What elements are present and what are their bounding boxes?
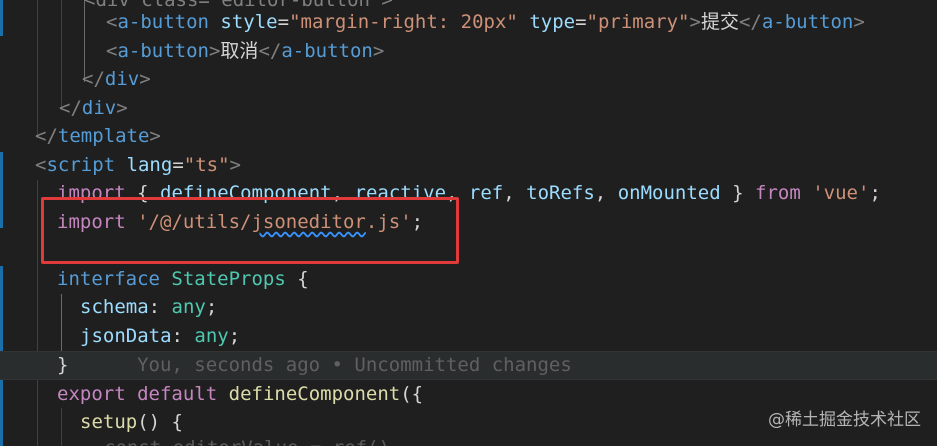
code-token: onMounted — [617, 182, 721, 204]
code-token: "margin-right: 20px" — [289, 11, 518, 33]
code-token: : — [148, 296, 161, 318]
code-editor[interactable]: <div class="editor-button"> <a-button st… — [0, 0, 937, 446]
code-token: , — [503, 182, 515, 204]
code-token: = — [172, 154, 184, 176]
code-token: </ — [258, 40, 282, 62]
code-token: 'vue' — [812, 182, 870, 204]
code-token: </ — [82, 68, 105, 90]
code-token: StateProps — [171, 268, 286, 290]
code-token: from — [755, 182, 801, 204]
code-token: const editorValue = ref() — [104, 437, 390, 446]
code-line[interactable]: schema: any; — [0, 293, 937, 322]
code-token: </ — [59, 97, 82, 119]
code-token: } — [57, 354, 69, 376]
code-token: ({ — [400, 383, 424, 405]
code-token: jsonData — [80, 325, 172, 347]
code-token: default — [137, 383, 218, 405]
code-token: div — [104, 68, 140, 90]
code-token: = — [277, 11, 290, 33]
code-line[interactable]: interface StateProps { — [0, 265, 937, 294]
code-line[interactable]: </div> — [0, 65, 937, 94]
code-line[interactable]: jsonData: any; — [0, 322, 937, 351]
code-token: "ts" — [183, 154, 230, 176]
code-token: , — [594, 182, 607, 204]
git-blame-annotation: You, seconds ago • Uncommitted changes — [137, 354, 572, 376]
code-token: < — [106, 11, 118, 33]
code-token: ; — [205, 296, 218, 318]
code-token: > — [229, 154, 241, 176]
code-line[interactable]: </div> — [0, 94, 937, 123]
code-token: } — [732, 182, 744, 204]
code-token: () — [137, 411, 161, 433]
code-token: > — [372, 40, 385, 62]
code-token: type — [529, 11, 576, 33]
code-token: { — [171, 411, 183, 433]
code-token: > — [116, 97, 128, 119]
code-token: a-button — [117, 40, 209, 62]
code-token: 取消 — [220, 40, 259, 62]
code-token: < — [35, 154, 47, 176]
code-token: ref — [468, 182, 504, 204]
code-token: < — [106, 40, 118, 62]
code-token: lang — [126, 154, 173, 176]
code-token: > — [208, 40, 221, 62]
code-token: toRefs — [526, 182, 595, 204]
code-token: style — [220, 11, 278, 33]
code-line[interactable]: <a-button style="margin-right: 20px" typ… — [0, 8, 937, 37]
code-token: > — [853, 11, 865, 33]
code-token: </ — [738, 11, 762, 33]
code-token: : — [171, 325, 183, 347]
code-line[interactable]: <script lang="ts"> — [0, 151, 937, 180]
code-line[interactable]: </template> — [0, 122, 937, 151]
code-token: setup — [80, 411, 138, 433]
code-line-current[interactable]: } You, seconds ago • Uncommitted changes — [0, 351, 937, 380]
code-line[interactable]: const editorValue = ref() — [0, 434, 937, 446]
watermark: @稀土掘金技术社区 — [768, 410, 921, 430]
code-token: interface — [57, 268, 160, 290]
code-token: any — [171, 296, 206, 318]
code-token: script — [46, 154, 116, 176]
code-token: export — [57, 383, 126, 405]
code-token: { — [297, 268, 309, 290]
code-token: a-button — [117, 11, 209, 33]
code-token: > — [139, 68, 151, 90]
code-token: 提交 — [700, 11, 739, 33]
code-token: > — [689, 11, 701, 33]
code-token: </ — [35, 125, 58, 147]
code-line[interactable]: <a-button>取消</a-button> — [0, 37, 937, 66]
code-token: > — [149, 125, 161, 147]
code-token: "primary" — [586, 11, 690, 33]
code-token: template — [57, 125, 150, 147]
code-token: ; — [228, 325, 241, 347]
code-token: any — [194, 325, 229, 347]
code-token: = — [575, 11, 587, 33]
code-token: div — [81, 97, 117, 119]
code-token: a-button — [281, 40, 373, 62]
annotation-highlight-box — [41, 197, 459, 264]
code-token: a-button — [761, 11, 854, 33]
code-token: ; — [869, 182, 881, 204]
code-token: schema — [80, 296, 149, 318]
code-token: defineComponent — [228, 383, 401, 405]
